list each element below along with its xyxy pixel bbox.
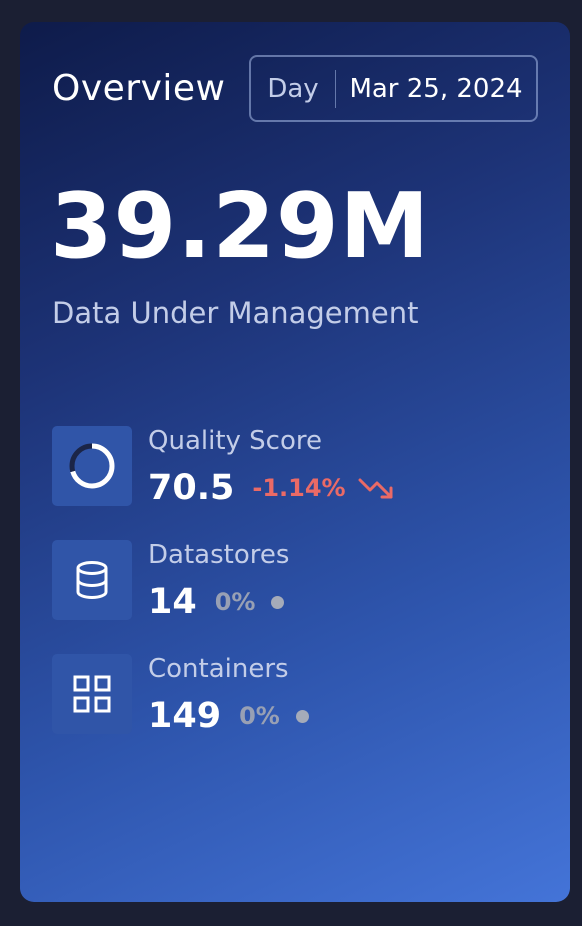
overview-title: Overview bbox=[52, 68, 226, 109]
containers-value: 149 bbox=[148, 696, 222, 736]
datastores-value: 14 bbox=[148, 582, 197, 622]
datastores-delta: 0% bbox=[214, 588, 256, 616]
data-under-management-value: 39.29M bbox=[50, 174, 431, 279]
neutral-dot-icon bbox=[295, 709, 309, 723]
neutral-dot-icon bbox=[271, 595, 285, 609]
quality-score-delta: -1.14% bbox=[252, 474, 346, 502]
containers-delta: 0% bbox=[239, 702, 280, 730]
overview-card: Overview Day Mar 25, 2024 39.29M Data Un… bbox=[20, 22, 570, 902]
quality-score-label: Quality Score bbox=[148, 426, 322, 456]
data-under-management-label: Data Under Management bbox=[52, 296, 419, 330]
trend-down-icon bbox=[358, 475, 396, 501]
period-selector[interactable]: Day bbox=[251, 74, 335, 104]
stat-containers: Containers 149 0% bbox=[52, 654, 532, 736]
date-selector[interactable]: Mar 25, 2024 bbox=[336, 74, 536, 104]
stat-datastores: Datastores 14 0% bbox=[52, 540, 532, 622]
datastores-label: Datastores bbox=[148, 540, 290, 570]
database-icon bbox=[52, 540, 132, 620]
grid-icon bbox=[52, 654, 132, 734]
stat-quality-score: Quality Score 70.5 -1.14% bbox=[52, 426, 532, 508]
date-picker[interactable]: Day Mar 25, 2024 bbox=[249, 55, 538, 122]
progress-ring-icon bbox=[52, 426, 132, 506]
quality-score-value: 70.5 bbox=[148, 468, 235, 508]
containers-label: Containers bbox=[148, 654, 289, 684]
